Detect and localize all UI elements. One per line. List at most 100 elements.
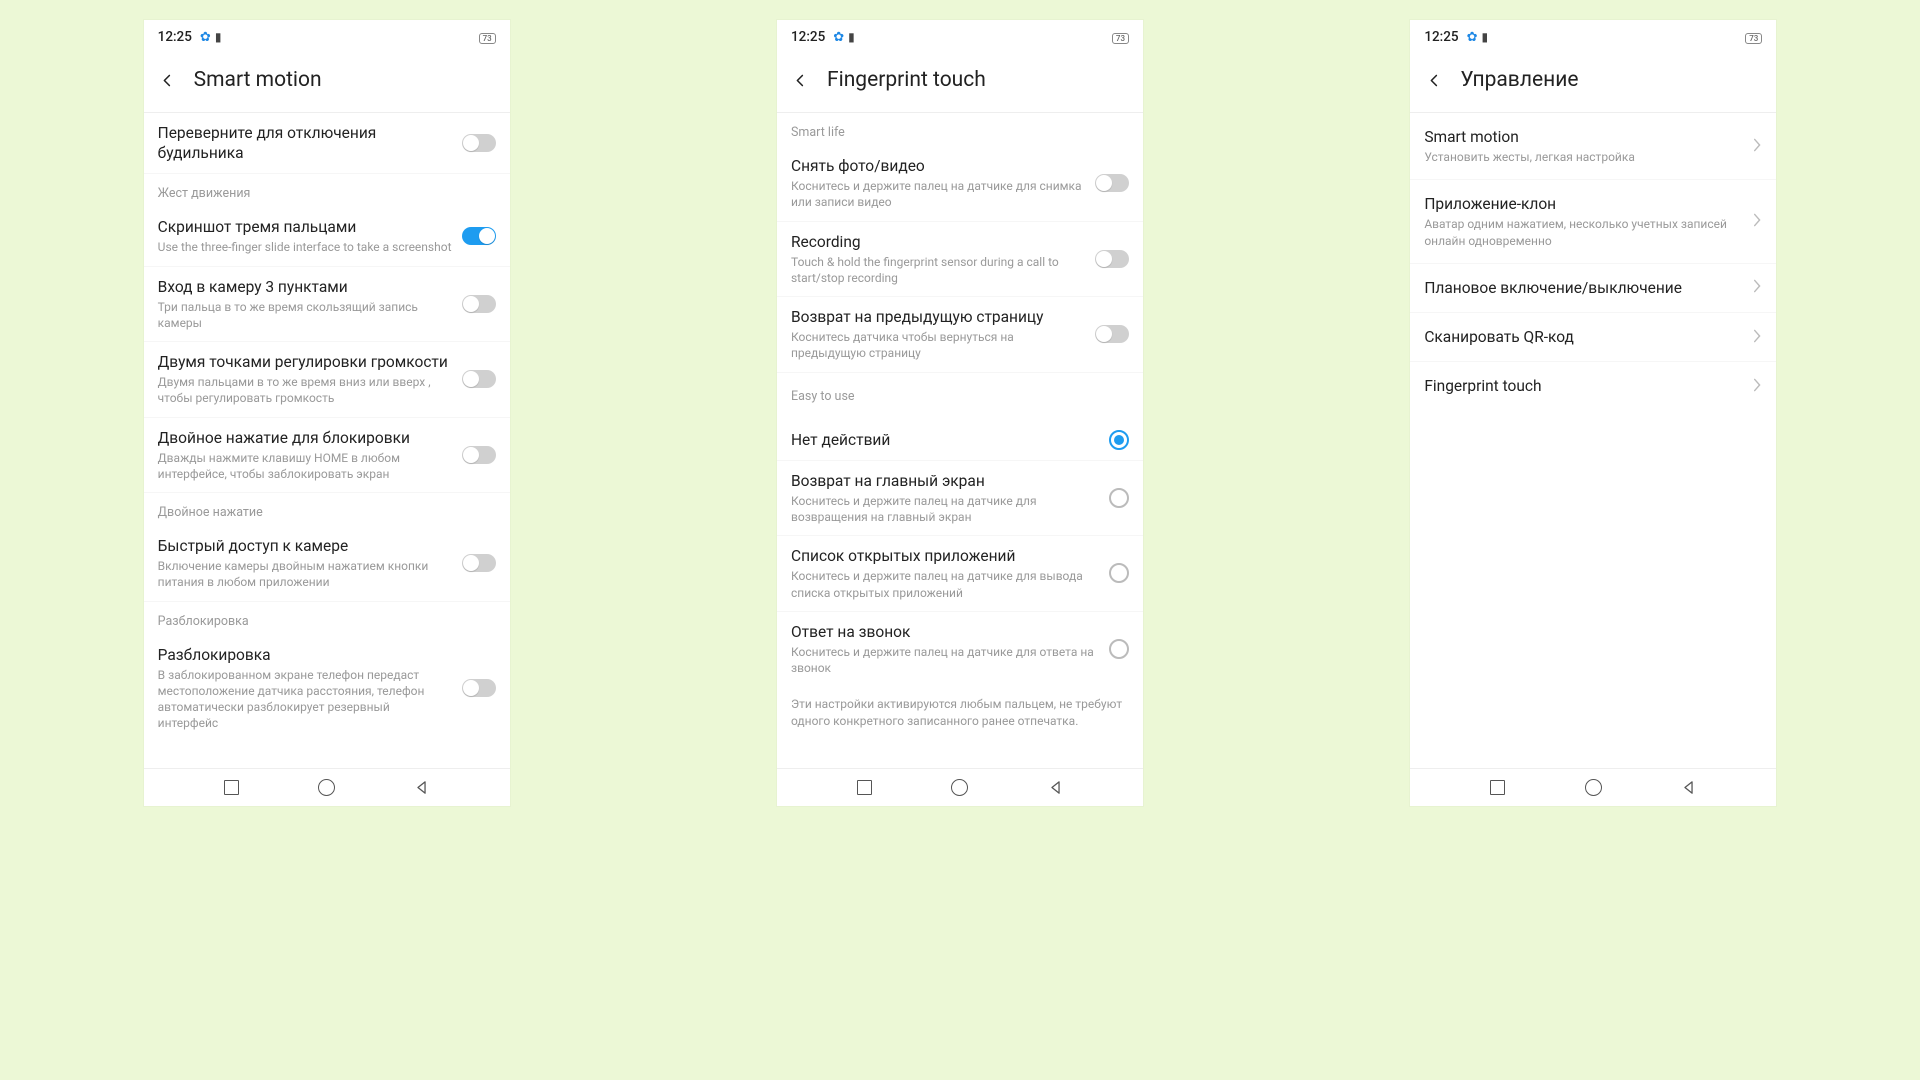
nav-back-button[interactable] xyxy=(1044,777,1066,799)
triangle-left-icon xyxy=(1680,779,1697,796)
nav-home-button[interactable] xyxy=(949,777,971,799)
setting-title: Разблокировка xyxy=(158,645,452,665)
setting-title: Нет действий xyxy=(791,430,1099,450)
chevron-left-icon xyxy=(160,73,175,88)
back-button[interactable] xyxy=(154,66,182,94)
radio-button[interactable] xyxy=(1109,430,1129,450)
chevron-right-icon xyxy=(1753,137,1762,156)
setting-title: Список открытых приложений xyxy=(791,546,1099,566)
setting-photo-video[interactable]: Снять фото/видео Коснитесь и держите пал… xyxy=(777,146,1143,222)
sim-icon: ▮ xyxy=(215,30,222,44)
menu-app-clone[interactable]: Приложение-клон Аватар одним нажатием, н… xyxy=(1410,180,1776,264)
toggle-switch[interactable] xyxy=(462,227,496,245)
setting-camera-three[interactable]: Вход в камеру 3 пунктами Три пальца в то… xyxy=(144,267,510,343)
nav-recent-button[interactable] xyxy=(1487,777,1509,799)
setting-sub: В заблокированном экране телефон передас… xyxy=(158,667,452,732)
setting-title: Fingerprint touch xyxy=(1424,376,1743,396)
chevron-right-icon xyxy=(1753,328,1762,347)
square-icon xyxy=(224,780,239,795)
menu-smart-motion[interactable]: Smart motion Установить жесты, легкая на… xyxy=(1410,113,1776,180)
toggle-switch[interactable] xyxy=(462,370,496,388)
setting-sub: Три пальца в то же время скользящий запи… xyxy=(158,299,452,331)
footer-note: Эти настройки активируются любым пальцем… xyxy=(777,686,1143,740)
circle-icon xyxy=(318,779,335,796)
nav-recent-button[interactable] xyxy=(854,777,876,799)
section-smart-life: Smart life xyxy=(777,113,1143,146)
radio-home-screen[interactable]: Возврат на главный экран Коснитесь и дер… xyxy=(777,461,1143,537)
toggle-switch[interactable] xyxy=(1095,325,1129,343)
status-time: 12:25 xyxy=(1424,29,1458,45)
setting-sub: Коснитесь и держите палец на датчике для… xyxy=(791,178,1085,210)
setting-title: Плановое включение/выключение xyxy=(1424,278,1743,298)
toggle-switch[interactable] xyxy=(462,554,496,572)
radio-button[interactable] xyxy=(1109,563,1129,583)
setting-title: Быстрый доступ к камере xyxy=(158,536,452,556)
toggle-switch[interactable] xyxy=(1095,250,1129,268)
chevron-right-icon xyxy=(1753,278,1762,297)
toggle-switch[interactable] xyxy=(462,446,496,464)
toggle-switch[interactable] xyxy=(462,295,496,313)
setting-recording[interactable]: Recording Touch & hold the fingerprint s… xyxy=(777,222,1143,298)
setting-title: Возврат на предыдущую страницу xyxy=(791,307,1085,327)
setting-title: Вход в камеру 3 пунктами xyxy=(158,277,452,297)
menu-scheduled-power[interactable]: Плановое включение/выключение xyxy=(1410,264,1776,313)
battery-indicator: 73 xyxy=(479,29,496,45)
radio-open-apps[interactable]: Список открытых приложений Коснитесь и д… xyxy=(777,536,1143,612)
toggle-switch[interactable] xyxy=(462,679,496,697)
setting-title: Ответ на звонок xyxy=(791,622,1099,642)
nav-recent-button[interactable] xyxy=(220,777,242,799)
battery-level: 73 xyxy=(1745,33,1762,44)
setting-quick-camera[interactable]: Быстрый доступ к камере Включение камеры… xyxy=(144,526,510,602)
setting-sub: Use the three-finger slide interface to … xyxy=(158,239,452,255)
setting-sub: Включение камеры двойным нажатием кнопки… xyxy=(158,558,452,590)
setting-three-finger-screenshot[interactable]: Скриншот тремя пальцами Use the three-fi… xyxy=(144,207,510,266)
nav-home-button[interactable] xyxy=(316,777,338,799)
setting-title: Smart motion xyxy=(1424,127,1743,147)
setting-two-point-volume[interactable]: Двумя точками регулировки громкости Двум… xyxy=(144,342,510,418)
phone-management: 12:25 ✿ ▮ 73 Управление Smart motion Уст… xyxy=(1410,20,1776,806)
setting-title: Переверните для отключения будильника xyxy=(158,123,452,163)
nav-home-button[interactable] xyxy=(1582,777,1604,799)
toggle-switch[interactable] xyxy=(462,134,496,152)
menu-scan-qr[interactable]: Сканировать QR-код xyxy=(1410,313,1776,362)
square-icon xyxy=(1490,780,1505,795)
header: Fingerprint touch xyxy=(777,48,1143,113)
sim-icon: ▮ xyxy=(848,30,855,44)
back-button[interactable] xyxy=(1420,66,1448,94)
circle-icon xyxy=(951,779,968,796)
setting-sub: Touch & hold the fingerprint sensor duri… xyxy=(791,254,1085,286)
nav-bar xyxy=(777,768,1143,806)
battery-level: 73 xyxy=(1112,33,1129,44)
setting-title: Приложение-клон xyxy=(1424,194,1743,214)
setting-title: Скриншот тремя пальцами xyxy=(158,217,452,237)
status-time: 12:25 xyxy=(158,29,192,45)
chevron-left-icon xyxy=(1427,73,1442,88)
chevron-right-icon xyxy=(1753,377,1762,396)
setting-double-tap-lock[interactable]: Двойное нажатие для блокировки Дважды на… xyxy=(144,418,510,494)
radio-button[interactable] xyxy=(1109,639,1129,659)
header: Smart motion xyxy=(144,48,510,113)
status-bar: 12:25 ✿ ▮ 73 xyxy=(144,20,510,48)
toggle-switch[interactable] xyxy=(1095,174,1129,192)
setting-unlock[interactable]: Разблокировка В заблокированном экране т… xyxy=(144,635,510,742)
setting-back-page[interactable]: Возврат на предыдущую страницу Коснитесь… xyxy=(777,297,1143,373)
page-title: Smart motion xyxy=(194,68,322,92)
content-area: Переверните для отключения будильника Же… xyxy=(144,113,510,768)
status-icons: ✿ ▮ xyxy=(1467,30,1489,45)
setting-flip-alarm[interactable]: Переверните для отключения будильника xyxy=(144,113,510,174)
back-button[interactable] xyxy=(787,66,815,94)
section-easy-use: Easy to use xyxy=(777,373,1143,420)
setting-sub: Коснитесь и держите палец на датчике для… xyxy=(791,493,1099,525)
nav-back-button[interactable] xyxy=(411,777,433,799)
status-bar: 12:25 ✿ ▮ 73 xyxy=(1410,20,1776,48)
nav-back-button[interactable] xyxy=(1678,777,1700,799)
radio-button[interactable] xyxy=(1109,488,1129,508)
setting-title: Сканировать QR-код xyxy=(1424,327,1743,347)
setting-sub: Дважды нажмите клавишу HOME в любом инте… xyxy=(158,450,452,482)
setting-sub: Коснитесь датчика чтобы вернуться на пре… xyxy=(791,329,1085,361)
menu-fingerprint-touch[interactable]: Fingerprint touch xyxy=(1410,362,1776,410)
battery-indicator: 73 xyxy=(1112,29,1129,45)
square-icon xyxy=(857,780,872,795)
radio-no-action[interactable]: Нет действий xyxy=(777,420,1143,461)
radio-answer-call[interactable]: Ответ на звонок Коснитесь и держите пале… xyxy=(777,612,1143,687)
